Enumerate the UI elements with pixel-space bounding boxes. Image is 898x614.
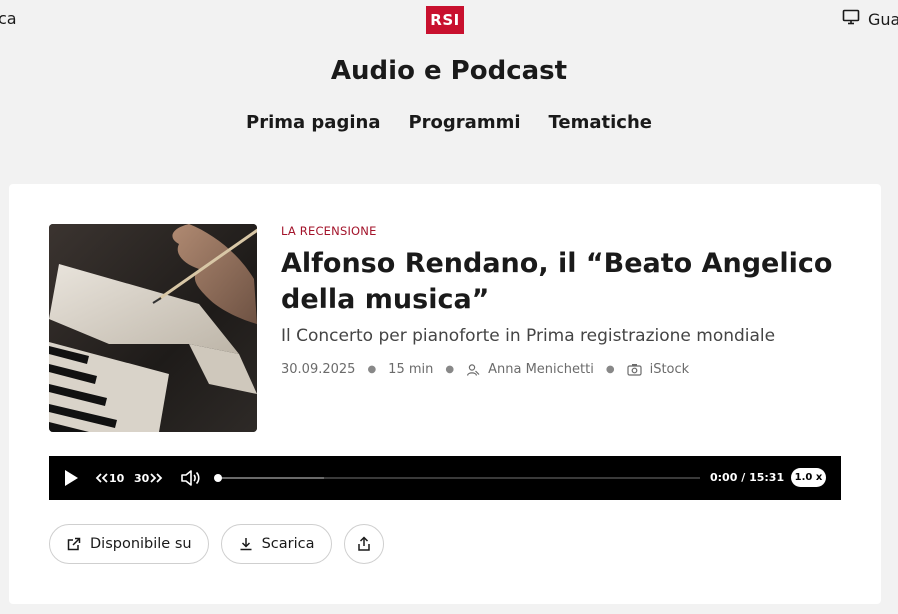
rewind-label: 10 (109, 471, 125, 485)
forward-icon (150, 473, 163, 483)
download-icon (240, 538, 252, 551)
playback-speed-button[interactable]: 1.0 x (791, 468, 826, 487)
photo-credit: iStock (649, 362, 690, 377)
play-button[interactable] (61, 468, 81, 488)
download-button[interactable]: Scarica (220, 524, 332, 564)
duration: 15 min (388, 362, 434, 377)
meta-separator: ● (445, 364, 455, 375)
author-name[interactable]: Anna Menichetti (488, 362, 594, 377)
meta-separator: ● (367, 364, 377, 375)
volume-icon (181, 470, 200, 486)
nav-item-prima-pagina[interactable]: Prima pagina (246, 112, 380, 133)
available-on-label: Disponibile su (90, 536, 192, 552)
article-title[interactable]: Alfonso Rendano, il “Beato Angelico dell… (281, 246, 861, 318)
meta-separator: ● (605, 364, 615, 375)
share-button[interactable] (343, 524, 384, 564)
forward-label: 30 (134, 471, 150, 485)
play-icon (65, 470, 78, 486)
action-buttons: Disponibile su Scarica (49, 524, 384, 564)
time-separator: / (741, 471, 746, 484)
right-nav-label: Gua (868, 9, 898, 29)
rsi-logo[interactable]: RSI (426, 6, 464, 34)
cover-image (49, 224, 257, 432)
forward-button[interactable]: 30 (134, 469, 163, 487)
volume-button[interactable] (179, 468, 201, 488)
time-display: 0:00 / 15:31 (710, 471, 784, 484)
audio-player: 10 30 0:00 / 15:31 1.0 x (49, 456, 841, 500)
available-on-button[interactable]: Disponibile su (49, 524, 209, 564)
total-time: 15:31 (749, 471, 785, 484)
publish-date: 30.09.2025 (281, 362, 356, 377)
rewind-button[interactable]: 10 (95, 469, 124, 487)
current-time: 0:00 (710, 471, 738, 484)
seek-handle[interactable] (214, 474, 222, 482)
rewind-icon (95, 473, 108, 483)
external-link-icon (67, 537, 81, 551)
article-meta: 30.09.2025 ● 15 min ● Anna Menichetti ● … (281, 362, 689, 377)
nav-item-programmi[interactable]: Programmi (408, 112, 520, 133)
top-bar: ca RSI Gua (0, 0, 898, 40)
share-icon (357, 536, 370, 551)
main-nav: Prima pagina Programmi Tematiche (0, 112, 898, 133)
site-title[interactable]: Audio e Podcast (0, 56, 898, 86)
download-label: Scarica (261, 536, 315, 552)
nav-item-tematiche[interactable]: Tematiche (549, 112, 652, 133)
left-nav-link-partial[interactable]: ca (0, 9, 17, 28)
author-icon (466, 363, 480, 377)
camera-icon (626, 363, 642, 376)
seek-bar[interactable] (218, 477, 700, 479)
audio-card: LA RECENSIONE Alfonso Rendano, il “Beato… (9, 184, 881, 604)
right-nav-link-partial[interactable]: Gua (842, 9, 898, 29)
buffered-range (218, 477, 325, 479)
article-subtitle: Il Concerto per pianoforte in Prima regi… (281, 326, 776, 346)
article-kicker: LA RECENSIONE (281, 224, 377, 238)
monitor-icon (842, 9, 860, 29)
